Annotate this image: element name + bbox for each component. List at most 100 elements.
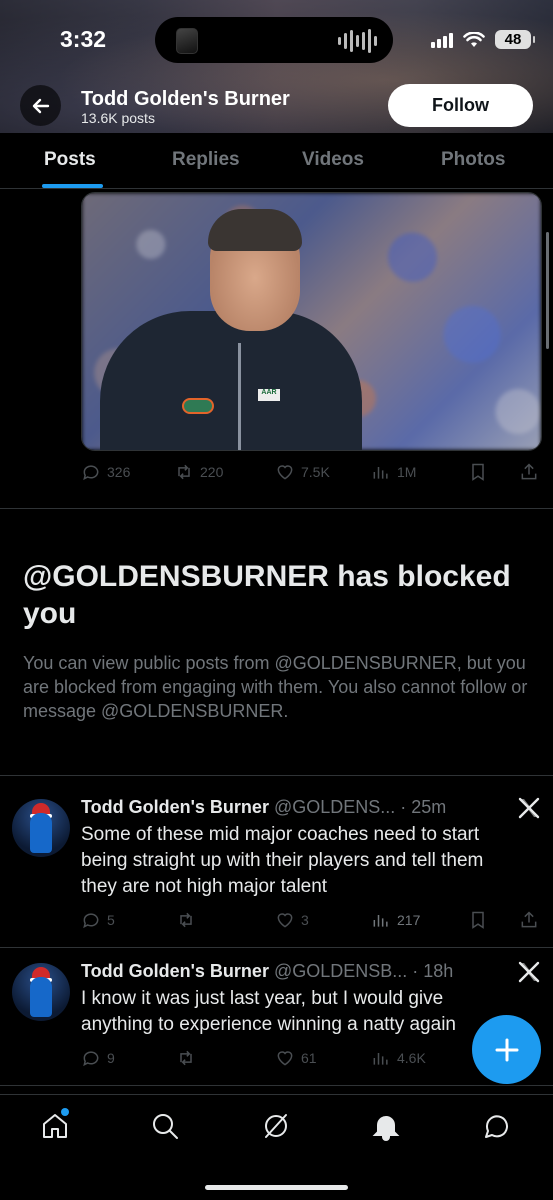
gator-logo <box>182 398 214 414</box>
post-photo[interactable]: AAR <box>81 192 542 451</box>
repost-button[interactable] <box>176 910 202 930</box>
audio-wave-icon <box>338 29 377 53</box>
speech-bubble-icon <box>83 1051 99 1067</box>
repost-icon <box>180 912 192 928</box>
nav-home[interactable] <box>40 1111 72 1143</box>
bookmark-icon <box>472 463 484 481</box>
home-indicator[interactable] <box>205 1185 348 1190</box>
tweet-header: Todd Golden's Burner @GOLDENSB... · 18h <box>81 961 453 982</box>
bar-chart-icon <box>373 915 388 927</box>
message-icon <box>485 1115 508 1138</box>
status-time: 3:32 <box>60 26 107 52</box>
divider <box>0 508 553 509</box>
avatar[interactable] <box>12 963 70 1021</box>
nav-messages[interactable] <box>482 1111 514 1143</box>
share-icon <box>521 463 537 480</box>
profile-tabs: Posts Replies Videos Photos <box>0 133 553 189</box>
compose-button[interactable] <box>472 1015 541 1084</box>
reply-button[interactable]: 9 <box>81 1048 115 1068</box>
repost-icon <box>178 464 190 480</box>
heart-icon <box>277 1051 293 1066</box>
like-button[interactable]: 61 <box>275 1048 317 1068</box>
share-button[interactable] <box>519 462 539 482</box>
share-button[interactable] <box>519 910 539 930</box>
status-bar: 3:32 48 <box>0 0 553 80</box>
speech-bubble-icon <box>83 465 99 481</box>
dynamic-island[interactable] <box>155 17 393 63</box>
bar-chart-icon <box>373 1053 388 1065</box>
back-button[interactable] <box>20 85 61 126</box>
arrow-left-icon <box>32 98 49 113</box>
avatar-figure <box>30 813 52 853</box>
repost-icon <box>180 1050 192 1066</box>
nav-search[interactable] <box>150 1111 182 1143</box>
divider <box>0 1085 553 1086</box>
jacket-patch: AAR <box>258 389 280 401</box>
tweet-author-name[interactable]: Todd Golden's Burner <box>81 797 269 817</box>
nav-grok[interactable] <box>261 1111 293 1143</box>
blocked-heading: @GOLDENSBURNER has blocked you <box>23 560 511 630</box>
heart-icon <box>277 913 293 928</box>
photo-subject-zipper <box>238 343 241 450</box>
repost-count: 220 <box>200 464 224 480</box>
views-button[interactable]: 217 <box>371 910 420 930</box>
plus-icon <box>495 1038 518 1061</box>
x-logo-icon <box>518 797 540 819</box>
profile-post-count: 13.6K posts <box>81 110 155 126</box>
view-count: 1M <box>397 464 417 480</box>
like-count: 3 <box>301 912 309 928</box>
tweet-text: I know it was just last year, but I woul… <box>81 988 456 1035</box>
blocked-description: You can view public posts from @GOLDENSB… <box>23 653 528 721</box>
tab-photos[interactable]: Photos <box>441 149 505 171</box>
divider <box>0 947 553 948</box>
like-count: 61 <box>301 1050 317 1066</box>
bookmark-button[interactable] <box>468 910 488 930</box>
cellular-signal-icon <box>431 32 453 48</box>
reply-count: 326 <box>107 464 131 480</box>
search-icon <box>153 1114 178 1139</box>
repost-button[interactable] <box>176 1048 202 1068</box>
photo-subject-body <box>100 311 362 450</box>
home-notification-dot <box>61 1108 69 1116</box>
share-icon <box>521 911 537 928</box>
tweet-action-bar: 9 61 4.6K <box>81 1048 471 1070</box>
nav-notifications[interactable] <box>371 1111 403 1143</box>
view-count: 217 <box>397 912 421 928</box>
heart-icon <box>277 465 293 480</box>
scrollbar[interactable] <box>546 232 549 349</box>
views-button[interactable]: 4.6K <box>371 1048 426 1068</box>
views-button[interactable]: 1M <box>371 462 416 482</box>
repost-button[interactable]: 220 <box>174 462 223 482</box>
profile-name: Todd Golden's Burner <box>81 88 290 110</box>
grok-icon <box>265 1114 287 1138</box>
tweet-text: Some of these mid major coaches need to … <box>81 824 484 897</box>
tab-replies[interactable]: Replies <box>172 149 240 171</box>
tab-videos[interactable]: Videos <box>302 149 364 171</box>
reply-count: 5 <box>107 912 115 928</box>
bookmark-button[interactable] <box>468 462 488 482</box>
bar-chart-icon <box>373 467 388 479</box>
wifi-icon <box>463 31 485 47</box>
bookmark-icon <box>472 911 484 929</box>
post-action-bar: 326 220 7.5K 1M <box>81 462 541 484</box>
speech-bubble-icon <box>83 913 99 929</box>
active-tab-indicator <box>42 184 103 188</box>
tweet-author-name[interactable]: Todd Golden's Burner <box>81 961 269 981</box>
divider <box>0 775 553 776</box>
tweet-handle-time: @GOLDENS... · 25m <box>273 797 447 817</box>
like-button[interactable]: 3 <box>275 910 309 930</box>
tab-posts[interactable]: Posts <box>44 149 96 171</box>
avatar[interactable] <box>12 799 70 857</box>
now-playing-thumbnail <box>176 28 198 54</box>
tweet-header: Todd Golden's Burner @GOLDENS... · 25m <box>81 797 446 818</box>
avatar-figure <box>30 977 52 1017</box>
battery-indicator: 48 <box>495 30 535 49</box>
like-count: 7.5K <box>301 464 330 480</box>
follow-button[interactable]: Follow <box>388 84 533 127</box>
like-button[interactable]: 7.5K <box>275 462 330 482</box>
x-logo-icon <box>518 961 540 983</box>
reply-button[interactable]: 5 <box>81 910 115 930</box>
reply-button[interactable]: 326 <box>81 462 130 482</box>
view-count: 4.6K <box>397 1050 426 1066</box>
status-icons: 48 <box>431 30 535 49</box>
